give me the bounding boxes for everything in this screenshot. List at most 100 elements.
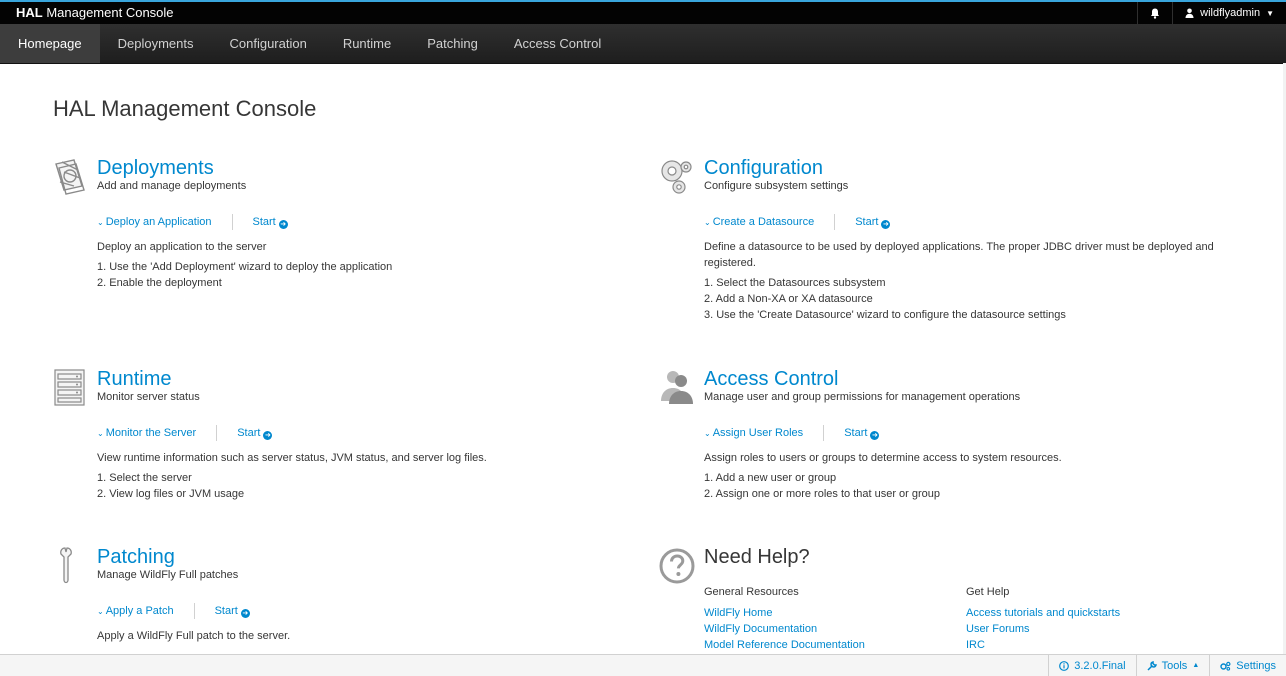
page-title: HAL Management Console xyxy=(53,96,317,121)
get-help: Get Help Access tutorials and quickstart… xyxy=(966,584,1120,653)
start-label: Start xyxy=(855,215,879,228)
tab-access-control[interactable]: Access Control xyxy=(496,24,619,63)
configuration-steps: 1. Select the Datasources subsystem 2. A… xyxy=(704,275,1066,323)
tab-runtime[interactable]: Runtime xyxy=(325,24,409,63)
settings-label: Settings xyxy=(1236,659,1276,672)
chevron-up-icon: ▲ xyxy=(1192,662,1200,669)
irc-link[interactable]: IRC xyxy=(966,637,1120,653)
need-help-section: Need Help? General Resources WildFly Hom… xyxy=(659,545,1259,654)
main-navigation: Homepage Deployments Configuration Runti… xyxy=(0,24,1286,64)
step-item: 1. Select the server xyxy=(97,472,192,484)
access-control-start-link[interactable]: Start ➜ xyxy=(844,426,880,440)
brand-name: Management Console xyxy=(42,5,174,20)
deployments-card: Deployments Add and manage deployments ⌄… xyxy=(52,156,612,296)
step-item: 2. Assign one or more roles to that user… xyxy=(704,488,941,500)
chevron-down-icon: ⌄ xyxy=(97,218,104,227)
chevron-down-icon: ⌄ xyxy=(704,218,711,227)
cog-icon xyxy=(1220,661,1231,671)
model-reference-link[interactable]: Model Reference Documentation xyxy=(704,637,865,653)
configuration-description: Define a datasource to be used by deploy… xyxy=(704,239,1214,271)
patching-start-link[interactable]: Start ➜ xyxy=(215,605,250,618)
create-datasource-label: Create a Datasource xyxy=(712,216,815,228)
description-line: registered. xyxy=(704,257,756,269)
question-circle-icon xyxy=(659,545,695,585)
user-menu[interactable]: wildflyadmin ▼ xyxy=(1172,2,1286,24)
deployments-title[interactable]: Deployments xyxy=(97,156,214,180)
patching-card: Patching Manage WildFly Full patches ⌄ Ap… xyxy=(52,545,612,654)
tutorials-link[interactable]: Access tutorials and quickstarts xyxy=(966,605,1120,621)
runtime-description: View runtime information such as server … xyxy=(97,452,487,464)
settings-button[interactable]: Settings xyxy=(1209,655,1286,676)
runtime-start-link[interactable]: Start ➜ xyxy=(237,426,273,440)
deployments-icon xyxy=(52,156,88,196)
wildfly-home-link[interactable]: WildFly Home xyxy=(704,605,865,621)
brand-bold: HAL xyxy=(16,5,43,20)
server-rack-icon xyxy=(52,367,88,407)
start-label: Start xyxy=(844,426,868,439)
chevron-down-icon: ▼ xyxy=(1266,8,1274,18)
apply-patch-label: Apply a Patch xyxy=(105,605,174,617)
step-item: 2. Add a Non-XA or XA datasource xyxy=(704,293,873,305)
configuration-card: Configuration Configure subsystem settin… xyxy=(659,156,1259,326)
divider xyxy=(216,425,218,441)
access-control-subtitle: Manage user and group permissions for ma… xyxy=(704,391,1021,403)
monitor-server-toggle[interactable]: ⌄ Monitor the Server xyxy=(97,427,196,439)
bell-icon xyxy=(1150,8,1160,19)
runtime-card: Runtime Monitor server status ⌄ Monitor t… xyxy=(52,367,612,507)
divider xyxy=(834,214,836,230)
patching-description: Apply a WildFly Full patch to the server… xyxy=(97,630,291,642)
divider xyxy=(231,214,233,230)
configuration-subtitle: Configure subsystem settings xyxy=(704,180,849,192)
masthead: HAL Management Console wildflyadmin ▼ xyxy=(0,0,1286,24)
start-label: Start xyxy=(237,426,261,439)
gears-icon xyxy=(659,156,695,196)
user-forums-link[interactable]: User Forums xyxy=(966,621,1120,637)
tab-configuration[interactable]: Configuration xyxy=(211,24,324,63)
arrow-circle-right-icon: ➜ xyxy=(870,430,880,440)
configuration-start-link[interactable]: Start ➜ xyxy=(855,215,891,229)
tab-deployments[interactable]: Deployments xyxy=(100,24,212,63)
version-button[interactable]: 3.2.0.Final xyxy=(1048,655,1135,676)
footer: 3.2.0.Final Tools ▲ Settings xyxy=(0,654,1286,676)
apply-patch-toggle[interactable]: ⌄ Apply a Patch xyxy=(97,605,174,617)
step-item: 2. View log files or JVM usage xyxy=(97,488,245,500)
users-icon xyxy=(659,367,695,407)
monitor-server-label: Monitor the Server xyxy=(105,427,197,439)
chevron-down-icon: ⌄ xyxy=(97,429,104,438)
create-datasource-toggle[interactable]: ⌄ Create a Datasource xyxy=(704,216,814,228)
wildfly-documentation-link[interactable]: WildFly Documentation xyxy=(704,621,865,637)
divider xyxy=(193,603,195,619)
deployments-start-link[interactable]: Start ➜ xyxy=(253,216,288,229)
general-resources-header: General Resources xyxy=(704,586,799,598)
deployments-subtitle: Add and manage deployments xyxy=(97,180,247,192)
step-item: 2. Enable the deployment xyxy=(97,277,222,289)
configuration-title[interactable]: Configuration xyxy=(704,156,823,180)
username: wildflyadmin xyxy=(1200,7,1261,19)
general-resources: General Resources WildFly Home WildFly D… xyxy=(704,584,865,653)
arrow-circle-right-icon: ➜ xyxy=(263,430,273,440)
deploy-application-toggle[interactable]: ⌄ Deploy an Application xyxy=(97,216,212,228)
chevron-down-icon: ⌄ xyxy=(704,429,711,438)
arrow-circle-right-icon: ➜ xyxy=(278,219,288,229)
notifications-button[interactable] xyxy=(1137,2,1172,24)
patching-subtitle: Manage WildFly Full patches xyxy=(97,569,239,581)
user-icon xyxy=(1185,8,1194,18)
tools-menu[interactable]: Tools ▲ xyxy=(1135,655,1210,676)
start-label: Start xyxy=(252,215,276,228)
runtime-title[interactable]: Runtime xyxy=(97,367,171,391)
assign-user-roles-toggle[interactable]: ⌄ Assign User Roles xyxy=(704,427,803,439)
access-control-card: Access Control Manage user and group per… xyxy=(659,367,1259,507)
deployments-description: Deploy an application to the server xyxy=(97,241,267,253)
step-item: 1. Use the 'Add Deployment' wizard to de… xyxy=(97,261,393,273)
divider xyxy=(823,425,825,441)
brand[interactable]: HAL Management Console xyxy=(16,4,174,22)
runtime-subtitle: Monitor server status xyxy=(97,391,200,403)
info-icon xyxy=(1059,660,1070,671)
patching-title[interactable]: Patching xyxy=(97,545,175,569)
wrench-icon xyxy=(52,545,88,585)
tab-homepage[interactable]: Homepage xyxy=(0,24,100,63)
access-control-title[interactable]: Access Control xyxy=(704,367,839,391)
tab-patching[interactable]: Patching xyxy=(409,24,496,63)
tools-label: Tools xyxy=(1161,659,1188,672)
step-item: 1. Add a new user or group xyxy=(704,472,837,484)
